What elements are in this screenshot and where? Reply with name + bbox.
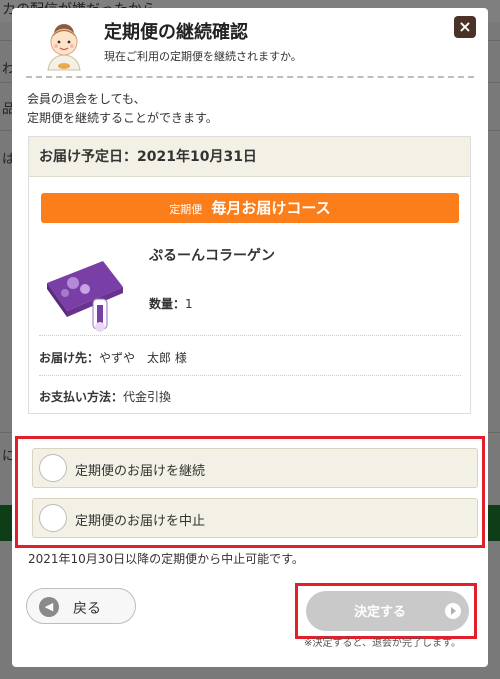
payment-method: お支払い方法：代金引換 — [39, 388, 171, 405]
payment-label: お支払い方法： — [39, 390, 124, 404]
option-label: 定期便のお届けを中止 — [75, 514, 206, 529]
course-banner: 定期便 毎月お届けコース — [41, 193, 459, 223]
modal-header: 定期便の継続確認 現在ご利用の定期便を継続されますか。 × — [26, 8, 476, 78]
intro-text: 会員の退会をしても、 定期便を継続することができます。 — [27, 90, 218, 128]
continuation-modal: 定期便の継続確認 現在ご利用の定期便を継続されますか。 × 会員の退会をしても、… — [12, 8, 488, 667]
radio-button[interactable] — [39, 454, 67, 482]
back-button[interactable]: ◀ 戻る — [26, 588, 136, 624]
payment-value: 代金引換 — [123, 390, 172, 404]
destination-value: やずや 太郎 様 — [99, 351, 187, 365]
confirm-button[interactable]: 決定する — [306, 591, 469, 631]
order-card: お届け予定日：2021年10月31日 定期便 毎月お届けコース ぷるーんコラーゲ… — [28, 136, 471, 414]
close-button[interactable]: × — [454, 16, 476, 38]
modal-subtitle: 現在ご利用の定期便を継続されますか。 — [104, 50, 302, 63]
divider — [39, 335, 461, 336]
quantity: 数量：1 — [149, 295, 193, 312]
product-image — [47, 261, 123, 332]
play-arrow-icon — [445, 603, 461, 619]
course-type: 定期便 — [169, 203, 203, 216]
close-icon: × — [458, 17, 472, 36]
destination-label: お届け先： — [39, 351, 100, 365]
intro-line: 会員の退会をしても、 — [27, 92, 146, 106]
options-highlight: 定期便のお届けを継続 定期便のお届けを中止 — [15, 436, 485, 548]
option-label: 定期便のお届けを継続 — [75, 464, 206, 479]
intro-line: 定期便を継続することができます。 — [27, 111, 218, 125]
option-continue[interactable]: 定期便のお届けを継続 — [32, 448, 478, 488]
divider — [39, 375, 461, 376]
quantity-label: 数量： — [149, 297, 186, 311]
confirm-highlight: 決定する — [295, 583, 477, 639]
confirm-note: ※決定すると、退会が完了します。 — [304, 638, 461, 649]
mascot-icon — [47, 24, 81, 71]
option-stop[interactable]: 定期便のお届けを中止 — [32, 498, 478, 538]
radio-button[interactable] — [39, 504, 67, 532]
delivery-destination: お届け先：やずや 太郎 様 — [39, 349, 187, 366]
quantity-value: 1 — [185, 297, 193, 311]
modal-title: 定期便の継続確認 — [104, 22, 248, 43]
back-label: 戻る — [73, 601, 101, 617]
back-arrow-icon: ◀ — [39, 597, 59, 617]
delivery-date: お届け予定日：2021年10月31日 — [29, 137, 470, 177]
confirm-label: 決定する — [354, 605, 407, 620]
cancellation-note: 2021年10月30日以降の定期便から中止可能です。 — [28, 552, 304, 566]
product-name: ぷるーんコラーゲン — [149, 248, 275, 264]
course-name: 毎月お届けコース — [211, 199, 331, 217]
